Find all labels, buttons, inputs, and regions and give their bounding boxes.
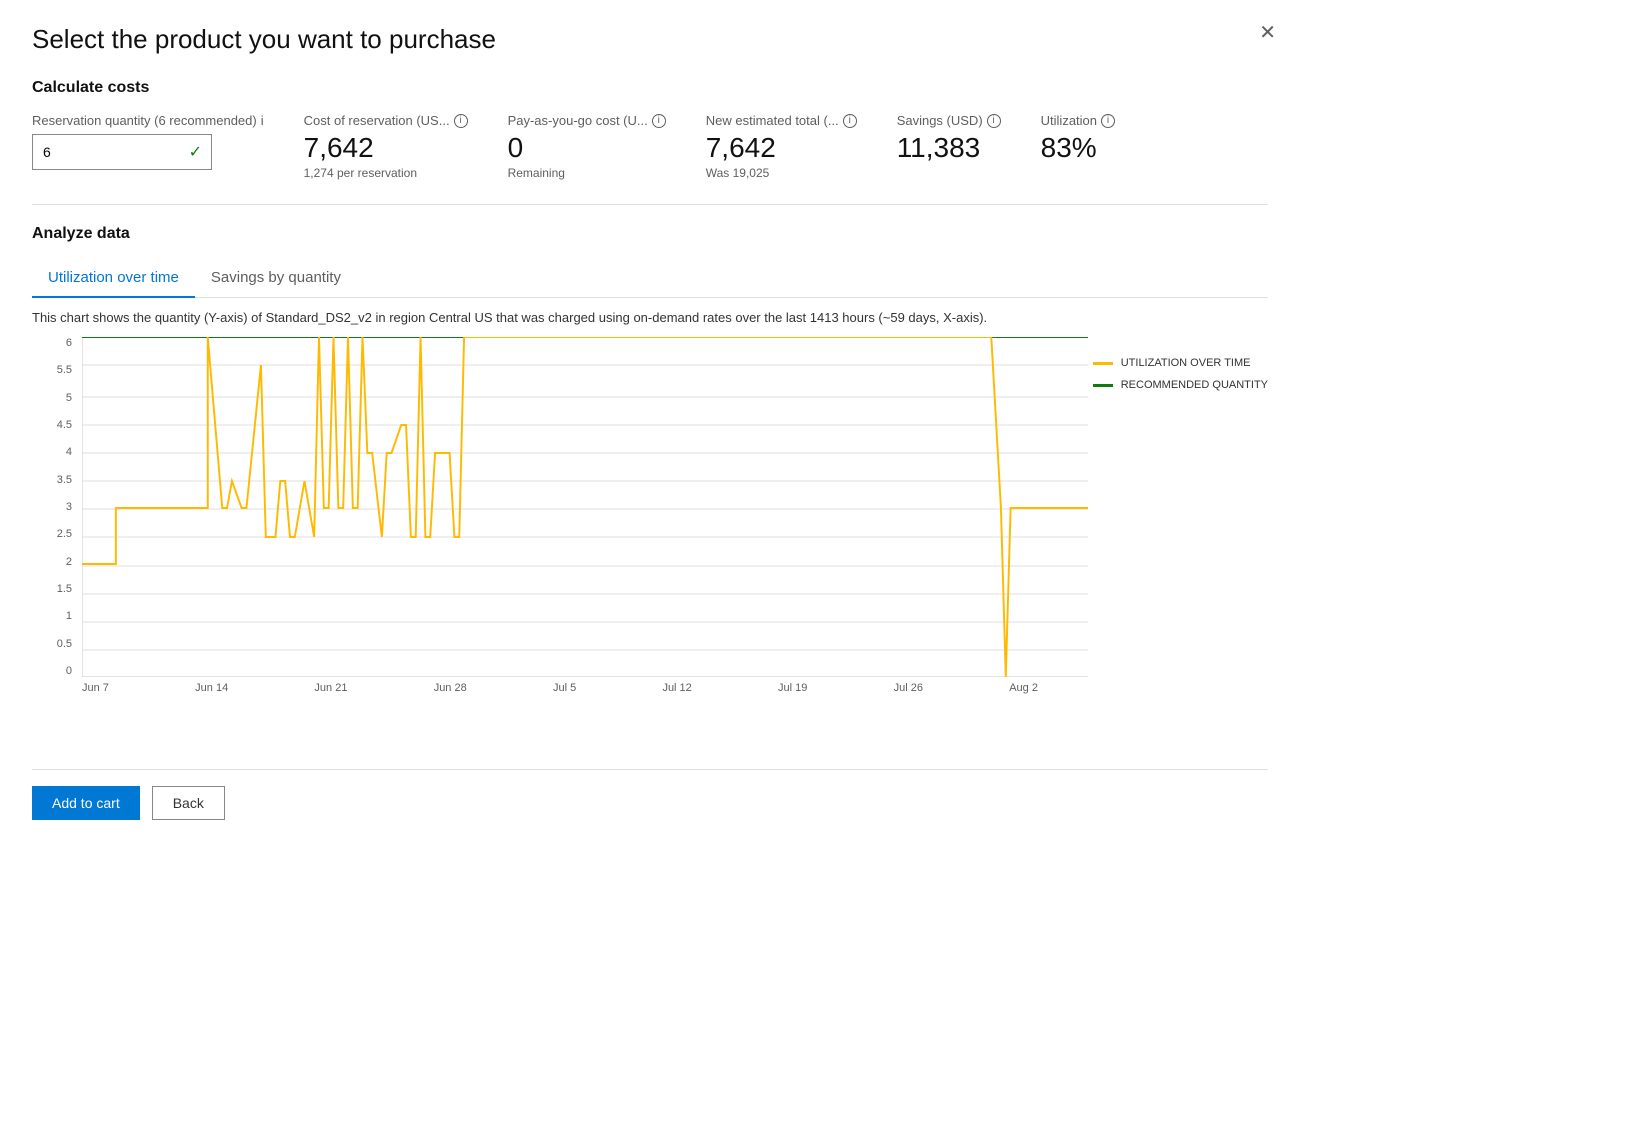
y-label-1-5: 1.5 — [57, 583, 72, 595]
y-label-4-5: 4.5 — [57, 419, 72, 431]
new-estimated-label: New estimated total (... i — [706, 113, 857, 128]
chart-description: This chart shows the quantity (Y-axis) o… — [32, 310, 1268, 325]
cost-reservation-sub: 1,274 per reservation — [304, 166, 468, 180]
y-label-0: 0 — [66, 665, 72, 677]
quantity-input-wrapper: ✓ — [32, 134, 212, 170]
legend-utilization-label: UTILIZATION OVER TIME — [1121, 357, 1251, 369]
cost-reservation-value: 7,642 — [304, 132, 468, 164]
analyze-data-title: Analyze data — [32, 225, 1268, 243]
savings-info-icon[interactable]: i — [987, 114, 1001, 128]
bottom-actions: Add to cart Back — [32, 769, 1268, 820]
x-label-jun21: Jun 21 — [314, 682, 347, 694]
x-label-jul5: Jul 5 — [553, 682, 576, 694]
main-dialog: ✕ Select the product you want to purchas… — [0, 0, 1300, 1000]
x-label-jul26: Jul 26 — [894, 682, 923, 694]
payg-cost-label: Pay-as-you-go cost (U... i — [508, 113, 666, 128]
x-label-jun7: Jun 7 — [82, 682, 109, 694]
y-label-2-5: 2.5 — [57, 528, 72, 540]
utilization-value: 83% — [1041, 132, 1115, 164]
x-label-jul12: Jul 12 — [662, 682, 691, 694]
utilization-info-icon[interactable]: i — [1101, 114, 1115, 128]
section-divider — [32, 204, 1268, 205]
chart-wrapper: 0 0.5 1 1.5 2 2.5 3 3.5 4 4.5 5 5.5 6 — [32, 337, 1268, 737]
quantity-label: Reservation quantity (6 recommended) i — [32, 113, 264, 128]
y-label-1: 1 — [66, 610, 72, 622]
x-label-aug2: Aug 2 — [1009, 682, 1038, 694]
add-to-cart-button[interactable]: Add to cart — [32, 786, 140, 820]
y-axis: 0 0.5 1 1.5 2 2.5 3 3.5 4 4.5 5 5.5 6 — [32, 337, 78, 677]
legend-utilization: UTILIZATION OVER TIME — [1093, 357, 1268, 369]
tab-savings[interactable]: Savings by quantity — [195, 259, 357, 298]
cost-row: Reservation quantity (6 recommended) i ✓… — [32, 113, 1268, 180]
y-label-0-5: 0.5 — [57, 638, 72, 650]
new-estimated-value: 7,642 — [706, 132, 857, 164]
tabs-container: Utilization over time Savings by quantit… — [32, 259, 1268, 298]
y-label-5-5: 5.5 — [57, 364, 72, 376]
new-estimated-item: New estimated total (... i 7,642 Was 19,… — [706, 113, 857, 180]
savings-value: 11,383 — [897, 132, 1001, 164]
y-label-4: 4 — [66, 446, 72, 458]
tab-utilization[interactable]: Utilization over time — [32, 259, 195, 298]
y-label-6: 6 — [66, 337, 72, 349]
calculate-costs-title: Calculate costs — [32, 79, 1268, 97]
utilization-item: Utilization i 83% — [1041, 113, 1115, 164]
legend: UTILIZATION OVER TIME RECOMMENDED QUANTI… — [1093, 357, 1268, 391]
savings-item: Savings (USD) i 11,383 — [897, 113, 1001, 164]
x-label-jul19: Jul 19 — [778, 682, 807, 694]
x-axis: Jun 7 Jun 14 Jun 21 Jun 28 Jul 5 Jul 12 … — [82, 682, 1038, 694]
quantity-input[interactable] — [32, 134, 212, 170]
legend-utilization-line — [1093, 362, 1113, 365]
legend-recommended-line — [1093, 384, 1113, 387]
cost-reservation-info-icon[interactable]: i — [454, 114, 468, 128]
cost-reservation-label: Cost of reservation (US... i — [304, 113, 468, 128]
chart-svg — [82, 337, 1088, 677]
dialog-title: Select the product you want to purchase — [32, 24, 1268, 55]
utilization-label: Utilization i — [1041, 113, 1115, 128]
legend-recommended: RECOMMENDED QUANTITY — [1093, 379, 1268, 391]
cost-reservation-item: Cost of reservation (US... i 7,642 1,274… — [304, 113, 468, 180]
y-label-5: 5 — [66, 392, 72, 404]
payg-cost-sub: Remaining — [508, 166, 666, 180]
y-label-3: 3 — [66, 501, 72, 513]
x-label-jun28: Jun 28 — [434, 682, 467, 694]
check-icon: ✓ — [189, 142, 202, 162]
y-label-2: 2 — [66, 556, 72, 568]
quantity-group: Reservation quantity (6 recommended) i ✓ — [32, 113, 264, 170]
back-button[interactable]: Back — [152, 786, 225, 820]
legend-recommended-label: RECOMMENDED QUANTITY — [1121, 379, 1268, 391]
new-estimated-sub: Was 19,025 — [706, 166, 857, 180]
payg-info-icon[interactable]: i — [652, 114, 666, 128]
close-button[interactable]: ✕ — [1259, 20, 1276, 45]
analyze-data-section: Analyze data Utilization over time Savin… — [32, 225, 1268, 737]
quantity-info-icon[interactable]: i — [261, 113, 264, 128]
savings-label: Savings (USD) i — [897, 113, 1001, 128]
payg-cost-item: Pay-as-you-go cost (U... i 0 Remaining — [508, 113, 666, 180]
payg-cost-value: 0 — [508, 132, 666, 164]
y-label-3-5: 3.5 — [57, 474, 72, 486]
x-label-jun14: Jun 14 — [195, 682, 228, 694]
calculate-costs-section: Calculate costs Reservation quantity (6 … — [32, 79, 1268, 180]
new-estimated-info-icon[interactable]: i — [843, 114, 857, 128]
